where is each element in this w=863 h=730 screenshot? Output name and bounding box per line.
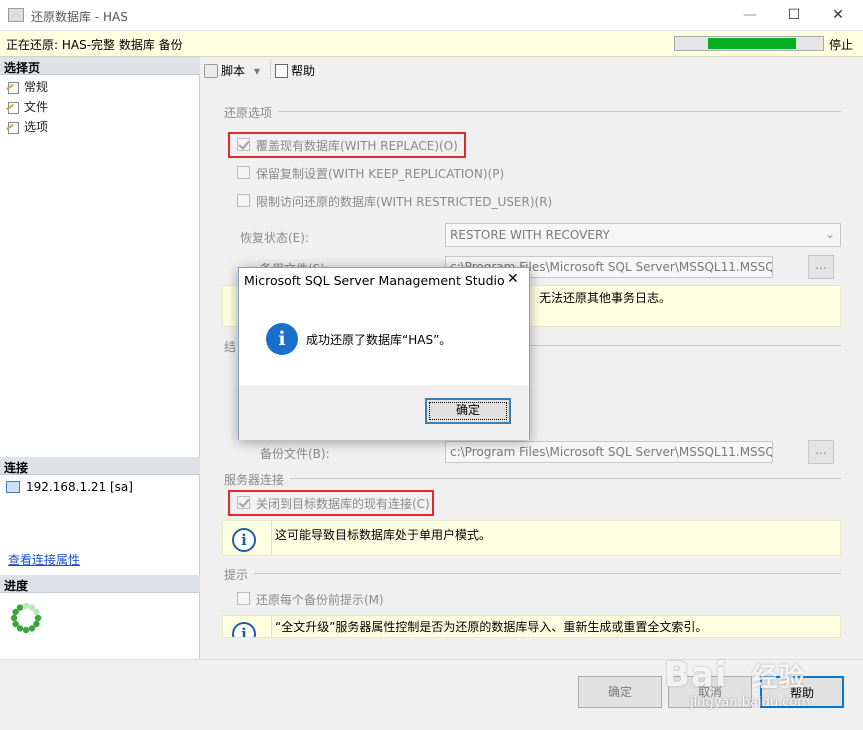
page-icon (6, 101, 20, 114)
restricted-user-checkbox[interactable] (237, 194, 250, 207)
maximize-button[interactable]: ☐ (772, 0, 816, 31)
group-line (224, 478, 841, 479)
minimize-button[interactable]: — (728, 0, 772, 31)
close-button[interactable]: ✕ (816, 0, 860, 31)
page-files[interactable]: 文件 (6, 98, 48, 115)
close-connections-checkbox[interactable] (237, 496, 250, 509)
backup-file-input[interactable]: c:\Program Files\Microsoft SQL Server\MS… (445, 441, 773, 463)
recovery-state-select[interactable]: RESTORE WITH RECOVERY ⌄ (445, 223, 841, 247)
overwrite-checkbox[interactable] (237, 138, 250, 151)
recovery-info-text: 无法还原其他事务日志。 (539, 291, 672, 305)
help-toolbar-button[interactable]: 帮助 (275, 62, 315, 79)
sidebar: 选择页 常规 文件 选项 连接 192.168.1.21 [sa] 查看连接属性… (0, 57, 200, 660)
spinner-segment (12, 620, 19, 628)
prompt-before-backup-label: 还原每个备份前提示(M) (256, 593, 384, 607)
prompt-group-label: 提示 (224, 566, 255, 583)
server-icon (6, 481, 20, 493)
spinner-segment (22, 626, 30, 634)
group-line (224, 111, 841, 112)
spinner-segment (16, 604, 24, 611)
divider (271, 616, 272, 637)
page-label: 常规 (24, 80, 49, 94)
dialog-close-icon[interactable]: ✕ (507, 271, 519, 287)
watermark-logo: Bai 经验 (664, 655, 806, 695)
recovery-state-value: RESTORE WITH RECOVERY (450, 228, 610, 242)
title-bar: 还原数据库 - HAS — ☐ ✕ (0, 0, 863, 31)
info-icon: i (232, 622, 256, 637)
stop-button[interactable]: 停止 (829, 36, 853, 53)
server-name: 192.168.1.21 [sa] (26, 480, 133, 494)
toolbar: 脚本 ▾ 帮助 (200, 57, 863, 83)
prompt-before-backup-checkbox[interactable] (237, 592, 250, 605)
app-icon (8, 8, 24, 22)
info-icon: i (266, 323, 298, 355)
restore-progress-bar (674, 36, 824, 51)
restore-options-label: 还原选项 (224, 104, 279, 121)
fulltext-info-panel: i “全文升级”服务器属性控制是否为还原的数据库导入、重新生成或重置全文索引。 (222, 615, 841, 638)
backup-browse-button[interactable]: ... (808, 440, 834, 464)
progress-fill (708, 38, 796, 49)
group-line (530, 345, 841, 346)
overwrite-label: 覆盖现有数据库(WITH REPLACE)(O) (256, 139, 458, 153)
group-line (224, 573, 841, 574)
success-dialog: Microsoft SQL Server Management Studio ✕… (238, 267, 530, 440)
standby-browse-button[interactable]: ... (808, 255, 834, 279)
script-label: 脚本 (221, 64, 246, 78)
connection-header: 连接 (0, 457, 200, 475)
spinner-segment (22, 602, 30, 610)
page-label: 选项 (24, 120, 49, 134)
help-icon (275, 63, 288, 78)
view-connection-properties-link[interactable]: 查看连接属性 (8, 551, 80, 568)
page-general[interactable]: 常规 (6, 78, 48, 95)
chevron-down-icon[interactable]: ▾ (254, 64, 260, 78)
fulltext-info-text: “全文升级”服务器属性控制是否为还原的数据库导入、重新生成或重置全文索引。 (275, 620, 708, 634)
chevron-down-icon: ⌄ (824, 227, 835, 241)
server-connections-label: 服务器连接 (224, 471, 291, 488)
page-label: 文件 (24, 100, 49, 114)
page-options[interactable]: 选项 (6, 118, 48, 135)
restricted-user-label: 限制访问还原的数据库(WITH RESTRICTED_USER)(R) (256, 195, 553, 209)
dialog-message: 成功还原了数据库“HAS”。 (306, 333, 452, 347)
close-connections-label: 关闭到目标数据库的现有连接(C) (256, 497, 430, 511)
single-user-info-text: 这可能导致目标数据库处于单用户模式。 (275, 528, 492, 542)
keep-replication-label: 保留复制设置(WITH KEEP_REPLICATION)(P) (256, 167, 505, 181)
status-text: 正在还原: HAS-完整 数据库 备份 (6, 38, 183, 52)
info-icon: i (232, 528, 256, 552)
script-icon (204, 63, 218, 78)
window-title: 还原数据库 - HAS (31, 10, 128, 24)
divider (271, 521, 272, 555)
connection-item: 192.168.1.21 [sa] (6, 480, 133, 494)
spinner-segment (10, 614, 18, 622)
script-button[interactable]: 脚本 ▾ (204, 62, 260, 79)
spinner-segment (33, 608, 40, 616)
page-icon (6, 121, 20, 134)
dialog-ok-button[interactable]: 确定 (425, 398, 511, 424)
watermark-url: jingyan.baidu.com (690, 695, 810, 710)
progress-spinner-icon (10, 602, 42, 634)
dialog-title: Microsoft SQL Server Management Studio (244, 273, 505, 288)
spinner-segment (34, 614, 42, 622)
keep-replication-checkbox[interactable] (237, 166, 250, 179)
single-user-info-panel: i 这可能导致目标数据库处于单用户模式。 (222, 520, 841, 556)
spinner-segment (28, 625, 36, 632)
progress-header: 进度 (0, 575, 200, 593)
toolbar-separator (270, 61, 271, 79)
backup-file-label: 备份文件(B): (260, 447, 330, 461)
recovery-state-label: 恢复状态(E): (240, 231, 309, 245)
select-page-header: 选择页 (0, 57, 200, 75)
help-label: 帮助 (291, 64, 316, 78)
page-icon (6, 81, 20, 94)
ok-button[interactable]: 确定 (578, 676, 662, 708)
